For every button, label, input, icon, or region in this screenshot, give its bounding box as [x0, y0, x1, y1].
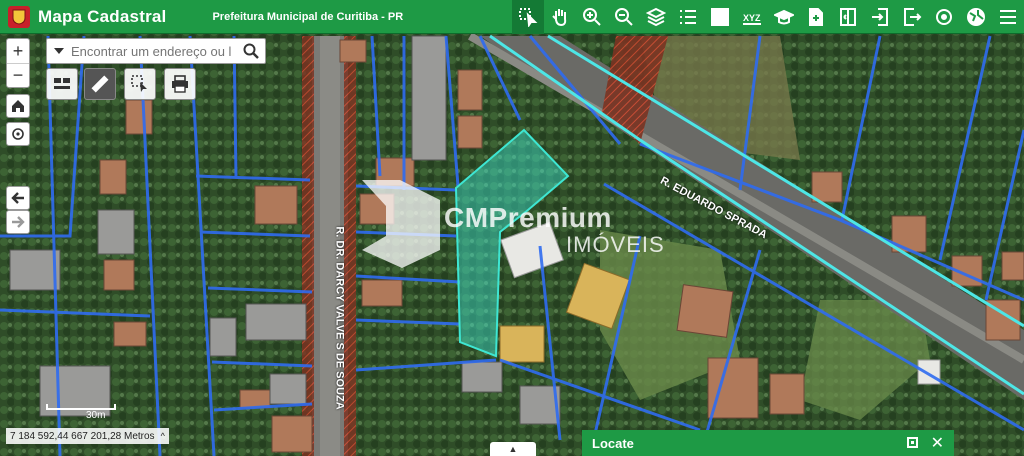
compare-tool[interactable] [832, 0, 864, 34]
arrow-left-icon [11, 192, 24, 204]
menu-tool[interactable] [992, 0, 1024, 34]
arrow-right-icon [12, 216, 25, 228]
logout-icon [904, 8, 922, 26]
add-document-tool[interactable] [800, 0, 832, 34]
legend-list-icon [680, 10, 696, 24]
ruler-icon [91, 75, 109, 93]
zoom-control: + − [6, 38, 30, 88]
select-parcel-icon [519, 8, 538, 27]
grid-icon [711, 8, 729, 26]
search-source-dropdown[interactable] [47, 47, 71, 55]
select-features-button[interactable] [124, 68, 156, 100]
zoom-out-icon [615, 8, 633, 26]
app-header: Mapa Cadastral Prefeitura Municipal de C… [0, 0, 1024, 34]
my-location-button[interactable] [6, 122, 30, 146]
panel-toggle-handle[interactable]: ▲ [490, 442, 536, 456]
pan-hand-icon [552, 9, 567, 27]
zoom-in-icon [583, 8, 601, 26]
watermark-brand: CMPremium [444, 202, 612, 233]
app-subtitle: Prefeitura Municipal de Curitiba - PR [212, 10, 404, 23]
legend-tool[interactable] [672, 0, 704, 34]
add-document-icon [809, 8, 823, 26]
measure-button[interactable] [84, 68, 116, 100]
maximize-icon[interactable] [907, 437, 918, 448]
map-globe-icon [967, 8, 985, 26]
chevron-up-icon[interactable]: ^ [161, 431, 165, 441]
logout-tool[interactable] [896, 0, 928, 34]
xyz-tool[interactable]: XYZ [736, 0, 768, 34]
street-label-darcy: R. DR. DARCY VALVE S DE SOUZA [333, 226, 346, 410]
watermark-tagline: IMÓVEIS [566, 232, 665, 257]
next-extent-button[interactable] [6, 210, 30, 234]
svg-text:XYZ: XYZ [743, 13, 761, 23]
coordinate-text: 7 184 592,44 667 201,28 Metros [10, 430, 155, 442]
login-tool[interactable] [864, 0, 896, 34]
printer-icon [172, 75, 188, 93]
app-title: Mapa Cadastral [38, 6, 167, 26]
table-icon [54, 78, 70, 89]
locate-panel: Locate ✕ [582, 430, 954, 456]
locate-title: Locate [592, 435, 634, 451]
close-icon[interactable]: ✕ [931, 433, 944, 453]
login-icon [872, 8, 888, 26]
education-tool[interactable] [768, 0, 800, 34]
home-icon [12, 100, 24, 112]
search-input[interactable] [71, 43, 231, 59]
search-icon[interactable] [243, 43, 259, 59]
caret-down-icon [54, 48, 64, 54]
compare-icon [840, 8, 856, 26]
city-crest-logo [8, 5, 30, 28]
zoom-in-tool[interactable] [576, 0, 608, 34]
education-cap-icon [774, 9, 794, 25]
pan-tool[interactable] [544, 0, 576, 34]
basemap-tool[interactable] [960, 0, 992, 34]
target-icon [936, 9, 952, 25]
layers-tool[interactable] [640, 0, 672, 34]
locate-crosshair-icon [12, 128, 24, 140]
print-button[interactable] [164, 68, 196, 100]
target-tool[interactable] [928, 0, 960, 34]
scale-bar: 30m [46, 404, 116, 421]
xyz-coordinates-icon: XYZ [743, 13, 761, 25]
select-parcel-tool[interactable] [512, 0, 544, 34]
coordinate-readout: 7 184 592,44 667 201,28 Metros ^ [6, 428, 169, 444]
home-button[interactable] [6, 94, 30, 118]
layers-icon [646, 7, 666, 27]
zoom-out-tool[interactable] [608, 0, 640, 34]
zoom-in-button[interactable]: + [7, 39, 29, 63]
menu-icon [1000, 10, 1016, 24]
toolbar: XYZ [512, 0, 1024, 34]
address-search [46, 38, 266, 64]
grid-tool[interactable] [704, 0, 736, 34]
zoom-out-button[interactable]: − [7, 63, 29, 87]
layer-list-button[interactable] [46, 68, 78, 100]
scale-label: 30m [86, 410, 106, 421]
caret-up-icon: ▲ [508, 444, 518, 454]
select-features-icon [131, 75, 147, 92]
previous-extent-button[interactable] [6, 186, 30, 210]
